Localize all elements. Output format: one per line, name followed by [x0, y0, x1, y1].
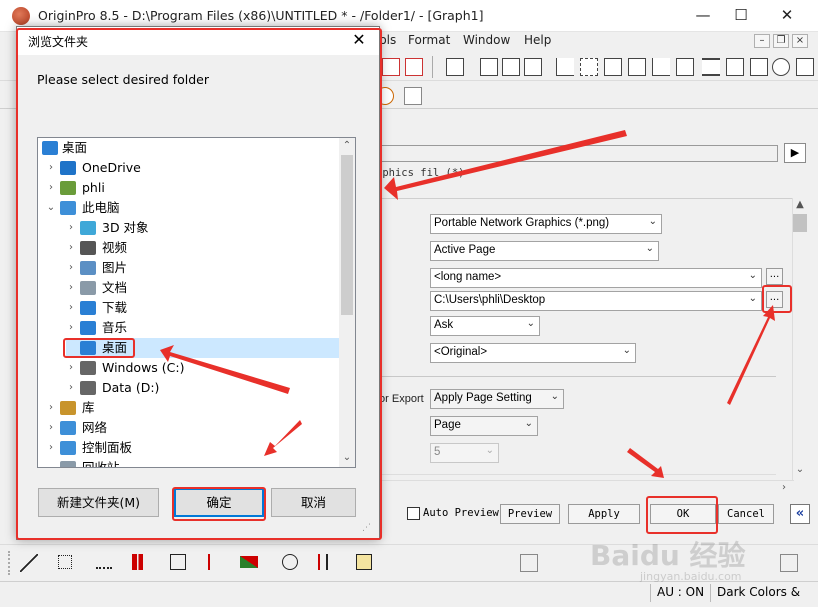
mdi-minimize-button[interactable]: –	[754, 34, 770, 48]
margin-value: <Original>	[434, 346, 488, 358]
dialog-description: aphics fil (*)	[376, 167, 465, 179]
axis-cross-icon[interactable]	[652, 58, 670, 76]
object-icon[interactable]	[520, 554, 538, 572]
column-chart-icon[interactable]	[132, 554, 148, 570]
section-divider	[382, 376, 776, 377]
cancel-button[interactable]: Cancel	[718, 504, 774, 524]
size-mode-dropdown[interactable]: Apply Page Setting ⌄	[430, 389, 564, 409]
auto-preview-label: Auto Preview	[423, 507, 499, 519]
section-divider	[382, 474, 776, 475]
close-button[interactable]: ✕	[764, 0, 810, 32]
image-type-dropdown[interactable]: Portable Network Graphics (*.png) ⌄	[430, 214, 662, 234]
axis-grid-icon[interactable]	[676, 58, 694, 76]
preview-button[interactable]: Preview	[500, 504, 560, 524]
apply-button[interactable]: Apply	[568, 504, 640, 524]
size-value: 5	[434, 446, 441, 458]
size-mode-value: Apply Page Setting	[434, 392, 532, 404]
file-name-value: <long name>	[434, 271, 502, 283]
annotation-desktop-box	[63, 338, 135, 358]
menu-help[interactable]: Help	[524, 33, 551, 47]
toolbar-grip	[8, 551, 10, 575]
error-bar-icon[interactable]	[208, 554, 218, 570]
toolbar-divider	[432, 56, 433, 78]
scrollbar-thumb[interactable]	[793, 214, 807, 232]
export-what-dropdown[interactable]: Active Page ⌄	[430, 241, 659, 261]
lines-icon[interactable]	[702, 58, 720, 76]
window-title: OriginPro 8.5 - D:\Program Files (x86)\U…	[38, 8, 484, 23]
nav-arrow-button[interactable]: ▶	[784, 143, 806, 163]
status-au: AU : ON	[650, 584, 710, 602]
status-theme[interactable]: Dark Colors &	[710, 584, 806, 602]
image-type-value: Portable Network Graphics (*.png)	[434, 217, 610, 229]
export-icon[interactable]	[405, 58, 423, 76]
annotation-dialog-box	[16, 28, 382, 540]
auto-preview-checkbox[interactable]	[407, 507, 420, 520]
settings-vertical-scrollbar[interactable]	[792, 198, 808, 480]
grid-icon[interactable]	[796, 58, 814, 76]
mdi-restore-button[interactable]: ❐	[773, 34, 789, 48]
menu-window[interactable]: Window	[463, 33, 510, 47]
template-icon[interactable]	[356, 554, 372, 570]
margin-dropdown[interactable]: <Original> ⌄	[430, 343, 636, 363]
axis-full-icon[interactable]	[628, 58, 646, 76]
line-symbol-icon[interactable]	[96, 555, 112, 569]
candlestick-icon[interactable]	[318, 554, 328, 570]
layout-2-icon[interactable]	[502, 58, 520, 76]
file-name-dropdown[interactable]: <long name> ⌄	[430, 268, 762, 288]
area-chart-icon[interactable]	[170, 554, 186, 570]
axis-frame-icon[interactable]	[604, 58, 622, 76]
data-list-icon[interactable]	[726, 58, 744, 76]
chevron-down-icon: ⌄	[648, 216, 657, 227]
scroll-right-icon[interactable]: ›	[776, 482, 792, 493]
chevron-down-icon: ⌄	[622, 345, 631, 356]
watermark-url: jingyan.baidu.com	[640, 570, 742, 583]
scroll-up-icon[interactable]: ▲	[792, 199, 808, 210]
size-value-dropdown: 5 ⌄	[430, 443, 499, 463]
layout-1-icon[interactable]	[480, 58, 498, 76]
chevron-down-icon: ⌄	[645, 243, 654, 254]
import-icon[interactable]	[382, 58, 400, 76]
overwrite-value: Ask	[434, 319, 454, 331]
scroll-down-icon[interactable]: ⌄	[792, 464, 808, 475]
settings-horizontal-scrollbar[interactable]	[378, 480, 794, 496]
mdi-close-button[interactable]: ×	[792, 34, 808, 48]
chevron-down-icon: ⌄	[485, 445, 494, 456]
path-value: C:\Users\phli\Desktop	[434, 294, 546, 306]
add-layer-icon[interactable]	[404, 87, 422, 105]
origin-app-icon	[12, 7, 30, 25]
overwrite-dropdown[interactable]: Ask ⌄	[430, 316, 540, 336]
export-what-value: Active Page	[434, 244, 496, 256]
table-icon[interactable]	[750, 58, 768, 76]
chevron-down-icon: ⌄	[550, 391, 559, 402]
chevron-down-icon: ⌄	[526, 318, 535, 329]
watermark-text: Baidu 经验	[590, 539, 746, 572]
annotation-ok-box	[172, 487, 266, 521]
chevron-down-icon: ⌄	[748, 293, 757, 304]
line-tool-icon[interactable]	[20, 554, 38, 572]
annotation-browse-box	[762, 285, 792, 313]
maximize-button[interactable]: ☐	[718, 0, 764, 32]
clock-icon[interactable]	[772, 58, 790, 76]
collapse-button[interactable]: «	[790, 504, 810, 524]
file-name-browse-button[interactable]: ...	[766, 268, 783, 285]
layout-3-icon[interactable]	[524, 58, 542, 76]
fill-area-icon[interactable]	[240, 556, 258, 568]
path-dropdown[interactable]: C:\Users\phli\Desktop ⌄	[430, 291, 762, 311]
size-label: for Export	[376, 393, 424, 405]
axis-l-icon[interactable]	[556, 58, 574, 76]
annotation-origin-ok-box	[646, 496, 718, 534]
chevron-down-icon: ⌄	[748, 270, 757, 281]
chevron-down-icon: ⌄	[524, 418, 533, 429]
menu-format[interactable]: Format	[408, 33, 450, 47]
align-icon[interactable]	[780, 554, 798, 572]
polar-chart-icon[interactable]	[282, 554, 298, 570]
scatter-tool-icon[interactable]	[58, 555, 72, 569]
layer-icon[interactable]	[446, 58, 464, 76]
axis-box-icon[interactable]	[580, 58, 598, 76]
dialog-theme-input[interactable]	[378, 145, 778, 162]
size-unit-value: Page	[434, 419, 461, 431]
size-unit-dropdown[interactable]: Page ⌄	[430, 416, 538, 436]
